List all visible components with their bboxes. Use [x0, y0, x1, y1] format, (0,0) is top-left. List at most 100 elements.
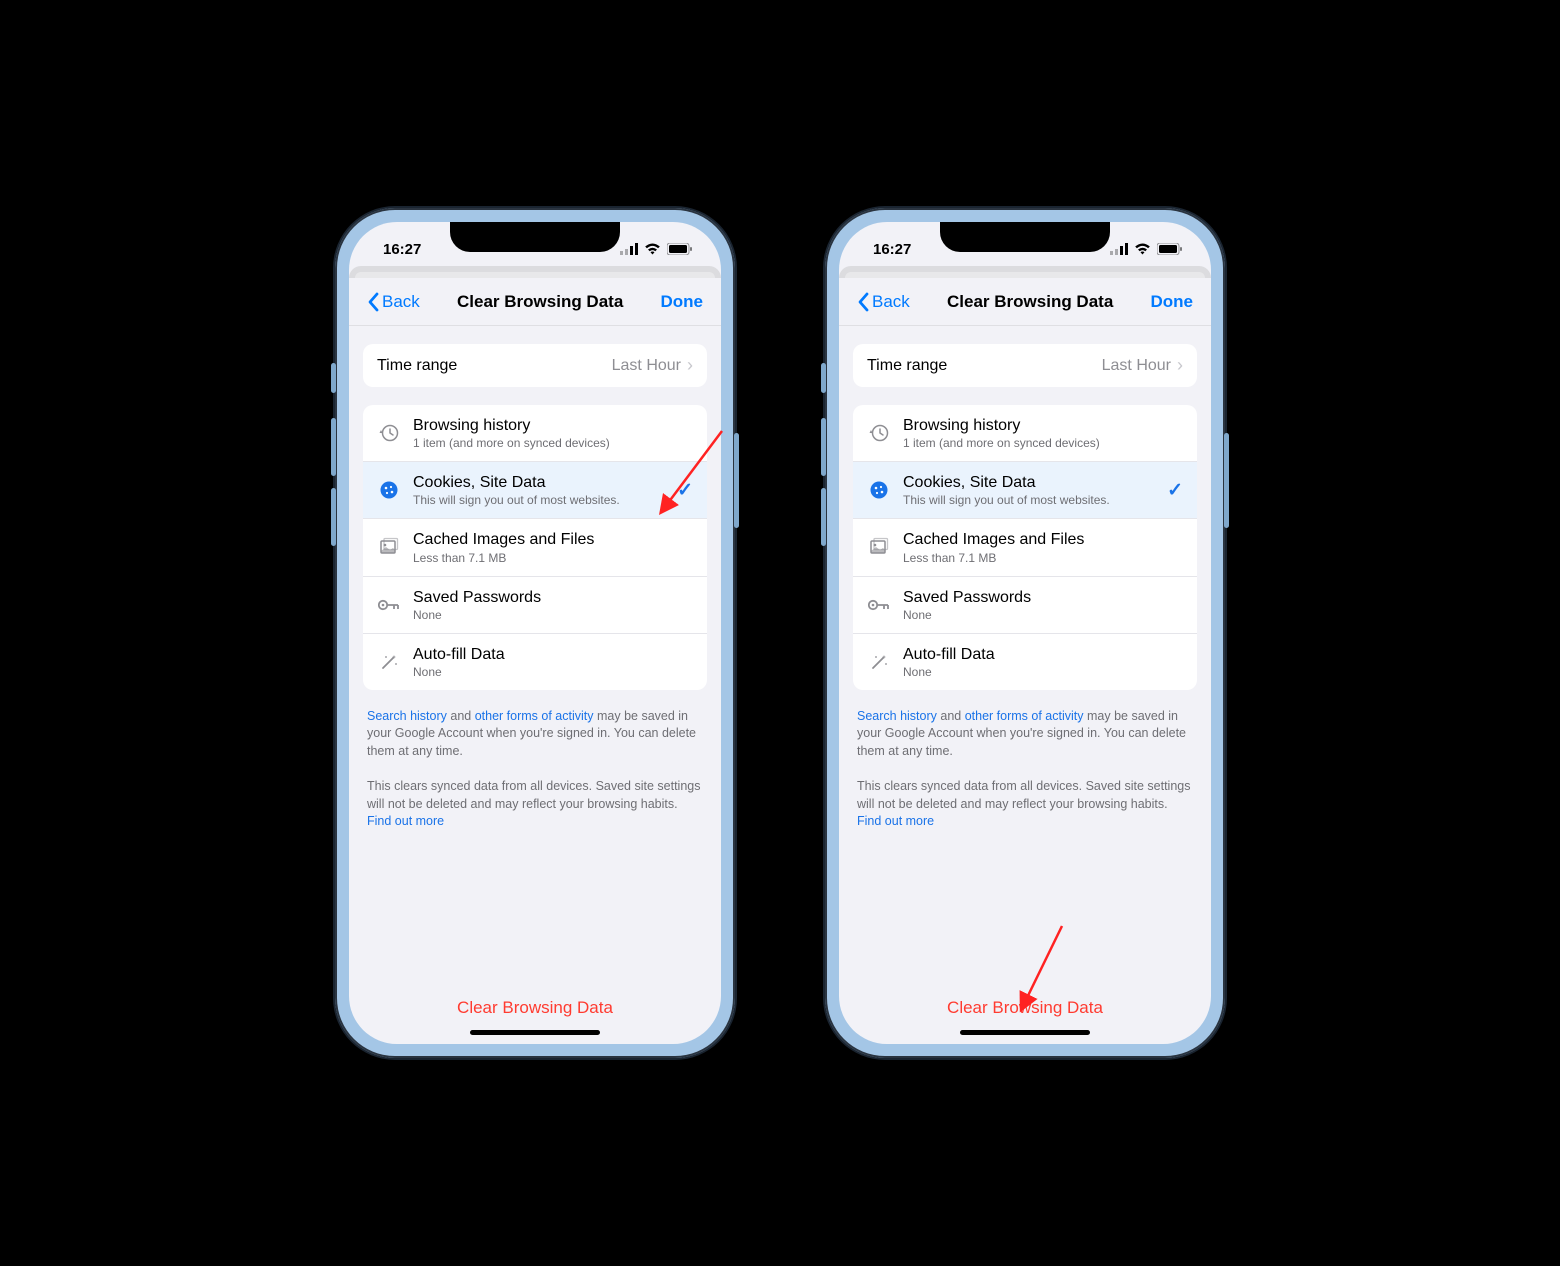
- search-history-link[interactable]: Search history: [857, 709, 937, 723]
- notch: [450, 222, 620, 252]
- cellular-icon: [620, 243, 638, 255]
- chevron-right-icon: ›: [1177, 355, 1183, 376]
- back-label: Back: [382, 292, 420, 312]
- side-button: [821, 418, 826, 476]
- time-range-value: Last Hour: [1102, 357, 1171, 375]
- phone-frame: 16:27 Back Clear Browsing Data Done: [825, 208, 1225, 1058]
- back-button[interactable]: Back: [367, 292, 420, 312]
- time-range-label: Time range: [377, 356, 612, 375]
- row-sub: None: [903, 608, 1183, 622]
- phone-frame: 16:27 Back Clear Browsing Data Done: [335, 208, 735, 1058]
- wand-icon: [869, 652, 889, 672]
- chevron-left-icon: [857, 292, 869, 312]
- row-sub: None: [903, 665, 1183, 679]
- wifi-icon: [644, 243, 661, 255]
- status-time: 16:27: [383, 241, 421, 258]
- back-label: Back: [872, 292, 910, 312]
- row-autofill[interactable]: Auto-fill DataNone: [853, 634, 1197, 690]
- row-sub: Less than 7.1 MB: [903, 551, 1183, 565]
- find-out-more-link[interactable]: Find out more: [367, 814, 444, 828]
- image-icon: [379, 537, 399, 557]
- footer-note-2: This clears synced data from all devices…: [853, 778, 1197, 849]
- row-sub: None: [413, 608, 693, 622]
- row-cached[interactable]: Cached Images and Files Less than 7.1 MB: [363, 519, 707, 576]
- search-history-link[interactable]: Search history: [367, 709, 447, 723]
- wifi-icon: [1134, 243, 1151, 255]
- modal-stack-hint: [839, 266, 1211, 278]
- history-icon: [379, 423, 399, 443]
- other-activity-link[interactable]: other forms of activity: [965, 709, 1084, 723]
- battery-icon: [1157, 243, 1183, 255]
- time-range-label: Time range: [867, 356, 1102, 375]
- find-out-more-link[interactable]: Find out more: [857, 814, 934, 828]
- row-title: Auto-fill Data: [413, 645, 693, 664]
- side-button: [821, 363, 826, 393]
- cellular-icon: [1110, 243, 1128, 255]
- home-indicator[interactable]: [470, 1030, 600, 1035]
- done-button[interactable]: Done: [1151, 292, 1194, 312]
- status-icons: [1110, 243, 1183, 255]
- key-icon: [378, 598, 400, 612]
- time-range-row[interactable]: Time range Last Hour ›: [363, 344, 707, 387]
- row-title: Cached Images and Files: [413, 530, 693, 549]
- row-title: Saved Passwords: [413, 588, 693, 607]
- row-title: Cookies, Site Data: [903, 473, 1167, 492]
- content: Time range Last Hour › Browsing history1…: [349, 326, 721, 1044]
- screen: 16:27 Back Clear Browsing Data Done: [349, 222, 721, 1044]
- other-activity-link[interactable]: other forms of activity: [475, 709, 594, 723]
- chevron-left-icon: [367, 292, 379, 312]
- battery-icon: [667, 243, 693, 255]
- cookie-icon: [869, 480, 889, 500]
- footer-note-1: Search history and other forms of activi…: [363, 708, 707, 779]
- home-indicator[interactable]: [960, 1030, 1090, 1035]
- back-button[interactable]: Back: [857, 292, 910, 312]
- footer-note-1: Search history and other forms of activi…: [853, 708, 1197, 779]
- phone-mockup-right: 16:27 Back Clear Browsing Data Done: [825, 208, 1225, 1058]
- row-sub: This will sign you out of most websites.: [413, 493, 677, 507]
- content: Time range Last Hour › Browsing history1…: [839, 326, 1211, 1044]
- row-sub: Less than 7.1 MB: [413, 551, 693, 565]
- time-range-value: Last Hour: [612, 357, 681, 375]
- page-title: Clear Browsing Data: [457, 292, 623, 312]
- row-browsing-history[interactable]: Browsing history1 item (and more on sync…: [853, 405, 1197, 462]
- side-button: [821, 488, 826, 546]
- nav-bar: Back Clear Browsing Data Done: [349, 278, 721, 326]
- row-autofill[interactable]: Auto-fill DataNone: [363, 634, 707, 690]
- phone-mockup-left: 16:27 Back Clear Browsing Data Done: [335, 208, 735, 1058]
- cookie-icon: [379, 480, 399, 500]
- history-icon: [869, 423, 889, 443]
- data-types-group: Browsing history1 item (and more on sync…: [363, 405, 707, 690]
- row-passwords[interactable]: Saved PasswordsNone: [853, 577, 1197, 634]
- screen: 16:27 Back Clear Browsing Data Done: [839, 222, 1211, 1044]
- checkmark-icon: ✓: [1167, 479, 1183, 502]
- row-title: Browsing history: [413, 416, 693, 435]
- side-button: [734, 433, 739, 528]
- row-title: Auto-fill Data: [903, 645, 1183, 664]
- wand-icon: [379, 652, 399, 672]
- row-title: Saved Passwords: [903, 588, 1183, 607]
- row-sub: 1 item (and more on synced devices): [413, 436, 693, 450]
- row-cookies[interactable]: Cookies, Site DataThis will sign you out…: [853, 462, 1197, 519]
- time-range-group: Time range Last Hour ›: [363, 344, 707, 387]
- nav-bar: Back Clear Browsing Data Done: [839, 278, 1211, 326]
- side-button: [331, 488, 336, 546]
- side-button: [1224, 433, 1229, 528]
- row-cached[interactable]: Cached Images and Files Less than 7.1 MB: [853, 519, 1197, 576]
- status-icons: [620, 243, 693, 255]
- row-title: Cookies, Site Data: [413, 473, 677, 492]
- row-sub: None: [413, 665, 693, 679]
- row-browsing-history[interactable]: Browsing history1 item (and more on sync…: [363, 405, 707, 462]
- checkmark-icon: ✓: [677, 479, 693, 502]
- done-button[interactable]: Done: [661, 292, 704, 312]
- status-time: 16:27: [873, 241, 911, 258]
- row-cookies[interactable]: Cookies, Site DataThis will sign you out…: [363, 462, 707, 519]
- side-button: [331, 418, 336, 476]
- time-range-row[interactable]: Time range Last Hour ›: [853, 344, 1197, 387]
- page-title: Clear Browsing Data: [947, 292, 1113, 312]
- time-range-group: Time range Last Hour ›: [853, 344, 1197, 387]
- row-sub: This will sign you out of most websites.: [903, 493, 1167, 507]
- chevron-right-icon: ›: [687, 355, 693, 376]
- row-passwords[interactable]: Saved PasswordsNone: [363, 577, 707, 634]
- notch: [940, 222, 1110, 252]
- row-title: Cached Images and Files: [903, 530, 1183, 549]
